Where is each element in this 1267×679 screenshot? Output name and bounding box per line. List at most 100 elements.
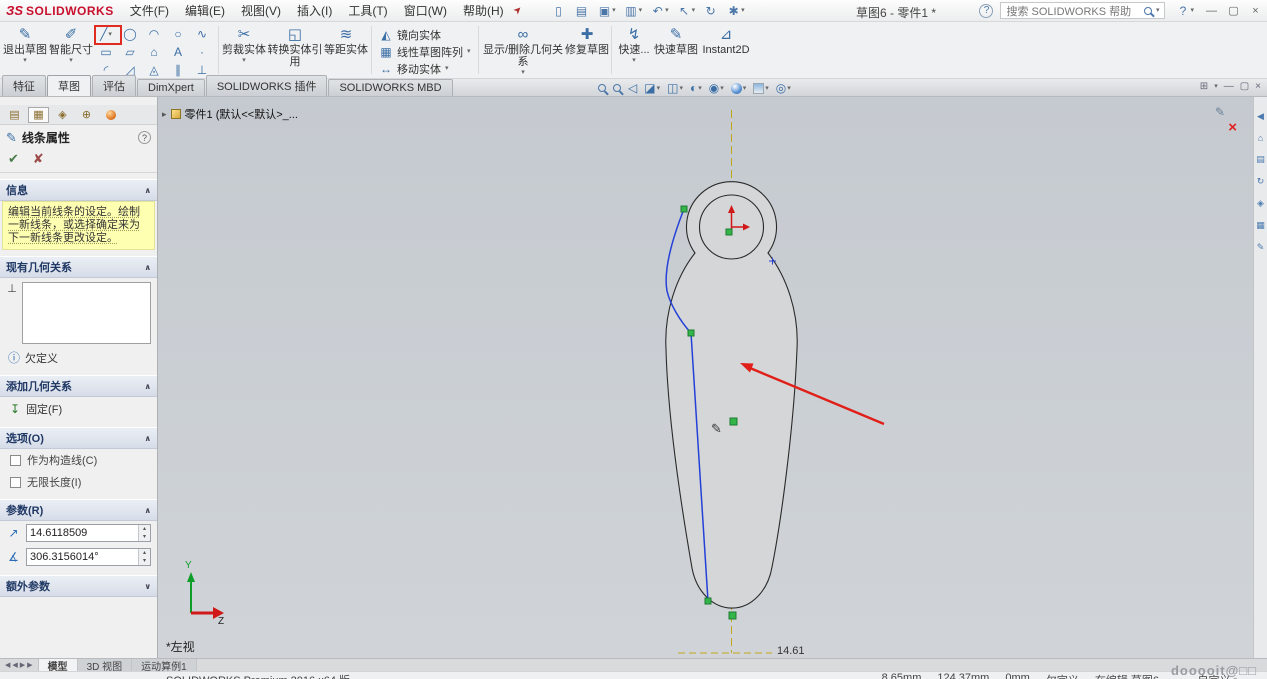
collapse-icon[interactable]: ∧ [145,382,152,391]
section-parameters-header[interactable]: 参数(R) ∧ [0,499,157,521]
section-info-header[interactable]: 信息 ∧ [0,179,157,201]
display-style-caret-icon[interactable]: ▾ [698,85,702,92]
arc-tool[interactable]: ◠ [142,25,166,43]
part-tree-root[interactable]: 零件1 (默认<<默认>_... [185,106,298,122]
expand-icon[interactable]: ∨ [145,582,152,591]
linear-pattern-button[interactable]: ▦ 线性草图阵列 ▾ [374,43,476,60]
dimension-text[interactable]: 14.61 [777,645,805,657]
mirror-entities-button[interactable]: ◭ 镜向实体 [374,26,476,43]
tab-dimxpert[interactable]: DimXpert [137,79,205,96]
section-options-header[interactable]: 选项(O) ∧ [0,427,157,449]
task-pane-collapse-icon[interactable]: ◀ [1257,111,1264,122]
length-field[interactable]: 14.6118509 ▴▾ [26,524,151,542]
offset-small-tool[interactable]: ∥ [166,61,190,79]
section-existing-relations-header[interactable]: 现有几何关系 ∧ [0,256,157,278]
doc-restore-button[interactable]: ▢ [1240,81,1249,92]
feature-tree-flyout[interactable]: ▸ 零件1 (默认<<默认>_... [162,106,298,122]
orientation-caret-icon[interactable]: ▾ [679,85,683,92]
search-help-box[interactable]: 搜索 SOLIDWORKS 帮助 ▾ [1000,2,1165,19]
spin-up-icon[interactable]: ▴ [139,525,150,533]
print-button[interactable]: ▥▾ [621,4,646,18]
new-document-button[interactable]: ▯ [548,4,569,18]
menu-insert[interactable]: 插入(I) [289,2,340,19]
doc-grid-icon[interactable]: ⊞ [1200,81,1208,92]
resources-icon[interactable]: ⌂ [1258,133,1263,143]
construction-line-option[interactable]: 作为构造线(C) [0,449,157,471]
apply-scene-button[interactable]: ▾ [753,83,769,94]
tab-evaluate[interactable]: 评估 [92,75,136,96]
featuremanager-tab[interactable]: ▤ [4,107,25,123]
smart-dimension-button[interactable]: ✐ 智能尺寸 ▾ [48,23,94,77]
linear-pattern-caret-icon[interactable]: ▾ [467,48,471,55]
select-button[interactable]: ↖▾ [674,4,699,18]
spin-up-icon[interactable]: ▴ [139,549,150,557]
view-settings-button[interactable]: ◎▾ [776,81,791,95]
hide-show-items-button[interactable]: ◉▾ [709,81,724,95]
angle-spinner[interactable]: ▴▾ [138,549,150,565]
print-caret-icon[interactable]: ▾ [639,7,643,14]
cancel-sketch-icon[interactable]: × [1228,121,1237,134]
search-icon[interactable] [1144,7,1152,15]
graphics-area[interactable]: 14.61 ✎ [158,97,1253,658]
trim-caret-icon[interactable]: ▾ [242,57,246,64]
undo-button[interactable]: ↶▾ [647,4,672,18]
quick-snaps-caret-icon[interactable]: ▾ [632,57,636,64]
infinite-checkbox[interactable] [10,477,21,488]
menu-tools[interactable]: 工具(T) [340,2,395,19]
smart-dimension-caret-icon[interactable]: ▾ [69,57,73,64]
tab-solidworks-addins[interactable]: SOLIDWORKS 插件 [206,75,328,96]
offset-entities-button[interactable]: ≋ 等距实体 [323,23,369,77]
point-tool[interactable]: · [190,43,214,61]
move-entities-button[interactable]: ↔ 移动实体 ▾ [374,60,476,77]
exit-sketch-button[interactable]: ✎ 退出草图 ▾ [2,23,48,77]
menu-help[interactable]: 帮助(H) [455,2,512,19]
length-value[interactable]: 14.6118509 [27,525,138,541]
repair-sketch-button[interactable]: ✚ 修复草图 [565,23,609,77]
tab-sketch[interactable]: 草图 [47,75,91,96]
convert-entities-button[interactable]: ◱ 转换实体引用 [267,23,323,77]
tab-features[interactable]: 特征 [2,75,46,96]
ellipse-tool[interactable]: ○ [166,25,190,43]
collapse-icon[interactable]: ∧ [145,506,152,515]
previous-view-button[interactable]: ◁ [628,81,637,95]
section-caret-icon[interactable]: ▾ [657,85,661,92]
quick-snaps-button[interactable]: ↯ 快速... ▾ [614,23,654,77]
displaymanager-tab[interactable] [100,107,121,123]
spin-down-icon[interactable]: ▾ [139,533,150,541]
angle-field[interactable]: 306.3156014° ▴▾ [26,548,151,566]
configurationmanager-tab[interactable]: ◈ [52,107,73,123]
rectangle-tool[interactable]: ▭ [94,43,118,61]
propertymanager-tab[interactable]: ▦ [28,107,49,123]
trim-entities-button[interactable]: ✂ 剪裁实体 ▾ [221,23,267,77]
menu-view[interactable]: 视图(V) [233,2,289,19]
design-library-icon[interactable]: ▤ [1256,154,1265,165]
close-button[interactable]: × [1248,5,1263,17]
save-caret-icon[interactable]: ▾ [612,7,616,14]
save-button[interactable]: ▣▾ [594,4,619,18]
angle-value[interactable]: 306.3156014° [27,549,138,565]
sketch-point[interactable] [688,330,694,336]
zoom-area-button[interactable] [613,84,621,92]
doc-grid-caret-icon[interactable]: ▾ [1214,83,1218,90]
display-style-button[interactable]: ◐▾ [690,81,702,95]
search-caret-icon[interactable]: ▾ [1156,7,1160,14]
maximize-button[interactable]: ▢ [1226,4,1241,17]
rapid-sketch-button[interactable]: ✎ 快速草图 [654,23,698,77]
zoom-fit-button[interactable] [598,84,606,92]
menu-file[interactable]: 文件(F) [122,2,177,19]
view-orientation-button[interactable]: ◫▾ [667,81,683,95]
tab-3d-views[interactable]: 3D 视图 [78,659,133,671]
sketch-point[interactable] [729,612,736,619]
rebuild-button[interactable]: ↻ [700,4,721,18]
length-spinner[interactable]: ▴▾ [138,525,150,541]
tab-model[interactable]: 模型 [39,659,78,671]
tab-scroll-last-icon[interactable]: ▶ [27,661,32,669]
infinite-length-option[interactable]: 无限长度(I) [0,471,157,493]
spin-down-icon[interactable]: ▾ [139,557,150,565]
pm-cancel-button[interactable]: ✘ [33,151,44,167]
doc-minimize-button[interactable]: — [1224,81,1234,92]
pm-ok-button[interactable]: ✔ [8,151,19,167]
move-caret-icon[interactable]: ▾ [445,65,449,72]
view-settings-caret-icon[interactable]: ▾ [787,85,791,92]
tab-motion-study[interactable]: 运动算例1 [132,659,197,671]
